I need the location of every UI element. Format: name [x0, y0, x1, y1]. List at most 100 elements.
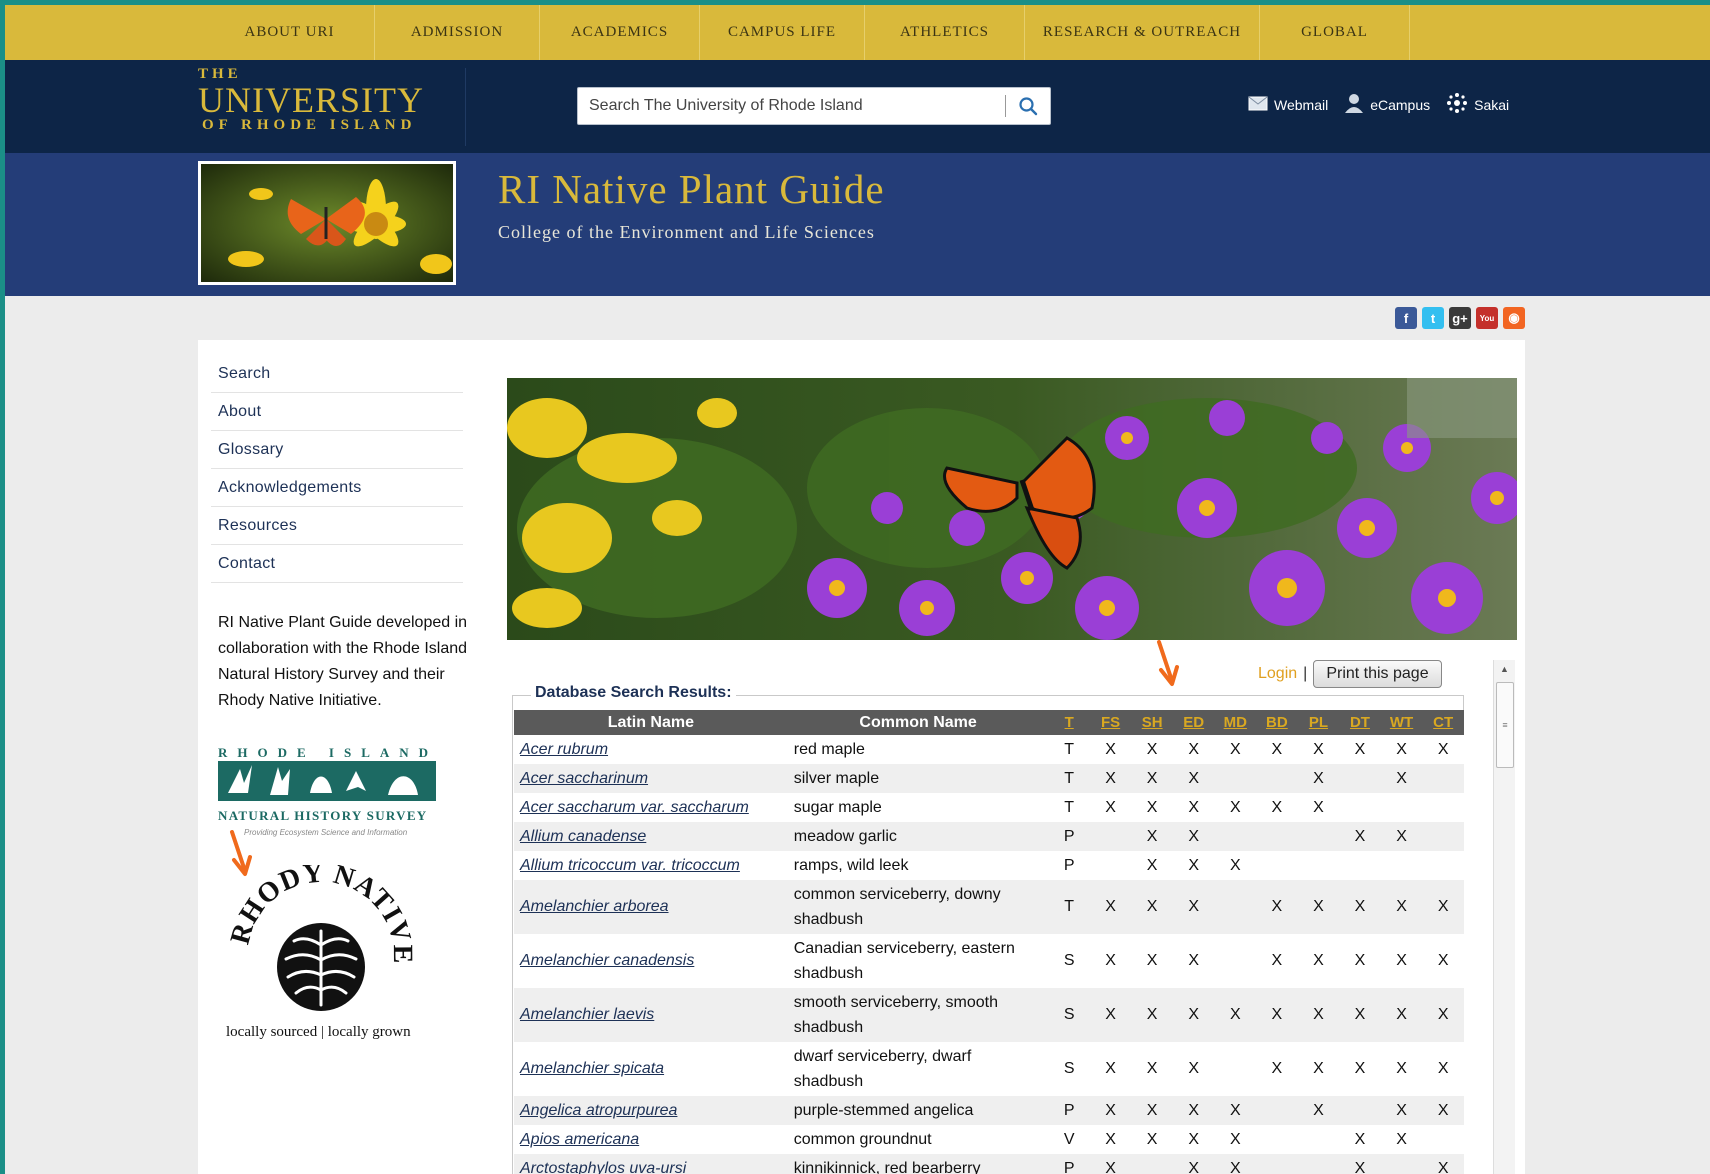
googleplus-icon[interactable]: g+ — [1449, 307, 1471, 329]
results-scrollbar[interactable]: ▲ ≡ — [1493, 660, 1515, 1174]
column-header-wt[interactable]: WT — [1380, 710, 1423, 735]
column-header-bd[interactable]: BD — [1256, 710, 1298, 735]
column-header-ct[interactable]: CT — [1422, 710, 1464, 735]
attribute-cell: X — [1380, 880, 1423, 934]
nav-item-academics[interactable]: ACADEMICS — [540, 5, 700, 60]
attribute-cell: P — [1048, 851, 1090, 880]
attribute-cell: X — [1380, 1125, 1423, 1154]
side-menu-item-resources[interactable]: Resources — [211, 507, 463, 545]
nav-item-campus-life[interactable]: CAMPUS LIFE — [700, 5, 865, 60]
attribute-cell: X — [1131, 880, 1173, 934]
facebook-icon[interactable]: f — [1395, 307, 1417, 329]
attribute-cell — [1339, 793, 1381, 822]
latin-name-link[interactable]: Amelanchier arborea — [514, 880, 788, 934]
side-menu-item-search[interactable]: Search — [211, 355, 463, 393]
latin-name-link[interactable]: Apios americana — [514, 1125, 788, 1154]
latin-name-link[interactable]: Acer saccharum var. saccharum — [514, 793, 788, 822]
attribute-cell: X — [1131, 851, 1173, 880]
social-links: f t g+ You ◉ — [1395, 307, 1525, 329]
webmail-link[interactable]: Webmail — [1248, 94, 1328, 115]
search-input[interactable] — [578, 91, 1005, 121]
attribute-cell — [1214, 764, 1257, 793]
attribute-cell — [1380, 793, 1423, 822]
attribute-cell: X — [1297, 880, 1340, 934]
attribute-cell — [1256, 1096, 1298, 1125]
latin-name-link[interactable]: Amelanchier laevis — [514, 988, 788, 1042]
attribute-cell — [1131, 1154, 1173, 1174]
attribute-cell: X — [1089, 880, 1132, 934]
latin-name-link[interactable]: Acer saccharinum — [514, 764, 788, 793]
table-row: Acer saccharinum silver maple T X X X X X — [514, 764, 1464, 793]
column-header-ed[interactable]: ED — [1172, 710, 1215, 735]
attribute-cell: X — [1339, 735, 1381, 764]
side-menu-item-about[interactable]: About — [211, 393, 463, 431]
column-header-fs[interactable]: FS — [1089, 710, 1132, 735]
rhody-native-logo[interactable]: RHODY NATIVE locally sourced | locally g… — [225, 857, 426, 1041]
side-menu-item-acknowledgements[interactable]: Acknowledgements — [211, 469, 463, 507]
youtube-icon[interactable]: You — [1476, 307, 1498, 329]
attribute-cell: X — [1339, 822, 1381, 851]
latin-name-link[interactable]: Acer rubrum — [514, 735, 788, 764]
twitter-icon[interactable]: t — [1422, 307, 1444, 329]
search-button[interactable] — [1006, 88, 1050, 124]
nav-item-research-outreach[interactable]: RESEARCH & OUTREACH — [1025, 5, 1260, 60]
rinhs-logo[interactable]: RHODE ISLAND NATURAL HISTORY SURVEY Prov… — [218, 745, 448, 837]
scroll-up-icon[interactable]: ▲ — [1494, 660, 1515, 678]
latin-name-link[interactable]: Allium tricoccum var. tricoccum — [514, 851, 788, 880]
column-header-t[interactable]: T — [1048, 710, 1090, 735]
attribute-cell: X — [1172, 988, 1215, 1042]
table-row: Angelica atropurpurea purple-stemmed ange… — [514, 1096, 1464, 1125]
latin-name-link[interactable]: Arctostaphylos uva-ursi — [514, 1154, 788, 1174]
column-header-sh[interactable]: SH — [1131, 710, 1173, 735]
separator: | — [1303, 665, 1308, 682]
column-header-md[interactable]: MD — [1214, 710, 1257, 735]
nav-item-athletics[interactable]: ATHLETICS — [865, 5, 1025, 60]
common-name-cell: ramps, wild leek — [787, 851, 1049, 880]
column-header-dt[interactable]: DT — [1339, 710, 1381, 735]
site-subtitle: College of the Environment and Life Scie… — [498, 222, 875, 242]
attribute-cell: X — [1297, 988, 1340, 1042]
attribute-cell: X — [1131, 1042, 1173, 1096]
nav-item-global[interactable]: GLOBAL — [1260, 5, 1410, 60]
scroll-thumb[interactable]: ≡ — [1496, 682, 1514, 768]
attribute-cell: X — [1422, 1042, 1464, 1096]
nav-item-about-uri[interactable]: ABOUT URI — [205, 5, 375, 60]
attribute-cell: X — [1089, 1042, 1132, 1096]
latin-name-header: Latin Name — [514, 710, 788, 735]
side-menu-item-contact[interactable]: Contact — [211, 545, 463, 583]
attribute-cell: X — [1380, 934, 1423, 988]
ecampus-link[interactable]: eCampus — [1344, 93, 1430, 116]
login-link[interactable]: Login — [1258, 665, 1297, 683]
latin-name-link[interactable]: Allium canadense — [514, 822, 788, 851]
latin-name-link[interactable]: Amelanchier canadensis — [514, 934, 788, 988]
table-row: Allium canadense meadow garlic P X X X X — [514, 822, 1464, 851]
rhody-native-emblem: RHODY NATIVE — [225, 857, 417, 1011]
latin-name-link[interactable]: Angelica atropurpurea — [514, 1096, 788, 1125]
print-button[interactable]: Print this page — [1313, 660, 1442, 688]
attribute-cell: P — [1048, 1096, 1090, 1125]
rinhs-logo-bottom: NATURAL HISTORY SURVEY — [218, 808, 428, 823]
attribute-cell — [1089, 822, 1132, 851]
quicklink-label: Webmail — [1274, 96, 1329, 113]
attribute-cell: X — [1422, 1154, 1464, 1174]
column-header-pl[interactable]: PL — [1297, 710, 1340, 735]
attribute-cell: X — [1339, 1042, 1381, 1096]
attribute-cell — [1256, 1125, 1298, 1154]
sakai-link[interactable]: Sakai — [1446, 92, 1509, 117]
latin-name-link[interactable]: Amelanchier spicata — [514, 1042, 788, 1096]
attribute-cell: X — [1297, 934, 1340, 988]
attribute-cell — [1297, 1154, 1340, 1174]
rss-icon[interactable]: ◉ — [1503, 307, 1525, 329]
common-name-cell: red maple — [787, 735, 1049, 764]
nav-item-admission[interactable]: ADMISSION — [375, 5, 540, 60]
common-name-cell: kinnikinnick, red bearberry — [787, 1154, 1049, 1174]
table-row: Amelanchier laevis smooth serviceberry, s… — [514, 988, 1464, 1042]
attribute-cell: X — [1172, 851, 1215, 880]
attribute-cell — [1214, 822, 1257, 851]
side-menu-item-glossary[interactable]: Glossary — [211, 431, 463, 469]
attribute-cell: X — [1422, 880, 1464, 934]
attribute-cell: X — [1339, 988, 1381, 1042]
uri-logo[interactable]: THE UNIVERSITY OF RHODE ISLAND — [198, 66, 448, 134]
attribute-cell — [1214, 1042, 1257, 1096]
attribute-cell: X — [1256, 880, 1298, 934]
